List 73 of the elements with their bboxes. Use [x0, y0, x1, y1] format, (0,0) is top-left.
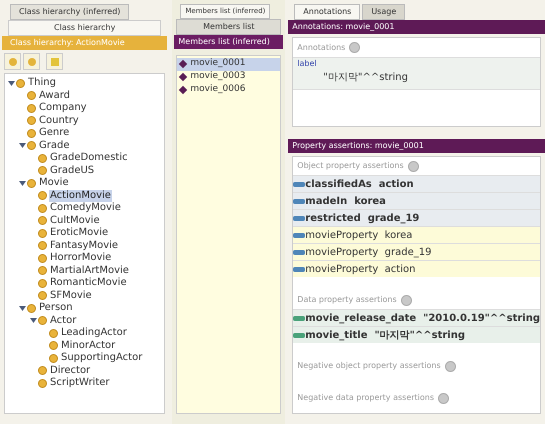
tree-item[interactable]: ScriptWriter: [49, 377, 111, 390]
list-item[interactable]: movie_0003: [177, 70, 280, 84]
tree-item[interactable]: EroticMovie: [49, 227, 110, 240]
tree-item[interactable]: ComedyMovie: [49, 202, 122, 214]
panel-header: Members list (inferred): [174, 34, 284, 48]
add-subclass-icon[interactable]: [4, 53, 21, 70]
tree-item[interactable]: MinorActor: [60, 340, 116, 352]
expand-toggle-icon[interactable]: [7, 80, 16, 87]
section-title: Negative data property assertions: [297, 392, 434, 404]
panel-header: Property assertions: movie_0001: [288, 139, 545, 153]
assertion-row[interactable]: movieProperty korea: [293, 226, 540, 243]
tree-item[interactable]: Actor: [49, 314, 78, 327]
tree-item[interactable]: Grade: [38, 140, 70, 152]
expand-toggle-icon[interactable]: [18, 142, 27, 150]
assertion-row[interactable]: movie_release_date "2010.0.19"^^string: [293, 309, 540, 326]
tree-item[interactable]: LeadingActor: [60, 327, 128, 340]
section-title: Annotations: [297, 42, 346, 54]
tree-item[interactable]: GradeDomestic: [49, 152, 129, 164]
property-icon: [293, 182, 306, 186]
section-title: Data property assertions: [297, 294, 397, 306]
property-icon: [293, 198, 306, 204]
tree-item[interactable]: FantasyMovie: [49, 240, 120, 252]
subtab[interactable]: Class hierarchy: [8, 20, 162, 36]
add-icon[interactable]: [438, 392, 450, 404]
tab[interactable]: Class hierarchy (inferred): [10, 4, 130, 20]
property-icon: [293, 332, 306, 338]
expand-toggle-icon[interactable]: [29, 317, 38, 324]
add-sibling-icon[interactable]: [23, 53, 40, 70]
tree-item[interactable]: CultMovie: [49, 214, 101, 227]
tree-item[interactable]: SupportingActor: [60, 352, 144, 364]
assertion-row[interactable]: madeIn korea: [293, 192, 540, 209]
tree-item[interactable]: HorrorMovie: [49, 252, 112, 264]
tree-item[interactable]: Movie: [38, 177, 70, 190]
section-title: Object property assertions: [297, 160, 404, 172]
add-icon[interactable]: [349, 42, 360, 53]
tree-item[interactable]: MartialArtMovie: [49, 264, 130, 277]
assertion-row[interactable]: movieProperty action: [293, 260, 540, 277]
tree-item[interactable]: RomanticMovie: [49, 277, 128, 290]
tree-item[interactable]: ActionMovie: [49, 190, 112, 202]
assertion-row[interactable]: movie_title "마지막"^^string: [293, 326, 540, 343]
assertion-row[interactable]: restricted grade_19: [293, 209, 540, 226]
tree-item[interactable]: Genre: [38, 127, 70, 140]
property-icon: [293, 266, 306, 272]
expand-toggle-icon[interactable]: [18, 304, 27, 312]
expand-toggle-icon[interactable]: [18, 180, 27, 187]
list-item[interactable]: movie_0006: [177, 84, 280, 96]
assertion-row[interactable]: classifiedAs action: [293, 175, 540, 192]
delete-class-icon[interactable]: [46, 53, 63, 70]
add-icon[interactable]: [408, 160, 419, 172]
assertion-row[interactable]: movieProperty grade_19: [293, 243, 540, 260]
panel-header: Annotations: movie_0001: [288, 20, 545, 34]
tree-item[interactable]: Award: [38, 90, 72, 102]
annotation-value: "마지막"^^string: [322, 71, 409, 85]
tree-item[interactable]: Country: [38, 114, 80, 127]
property-icon: [293, 232, 306, 238]
property-icon: [293, 316, 306, 320]
tree-item[interactable]: SFMovie: [49, 290, 93, 302]
tree-item[interactable]: Thing: [27, 77, 57, 90]
tree-item[interactable]: GradeUS: [49, 164, 96, 177]
property-icon: [293, 216, 306, 220]
annotation-property[interactable]: label: [297, 58, 536, 70]
panel-header: Class hierarchy: ActionMovie: [2, 36, 168, 50]
subtab[interactable]: Members list: [176, 18, 282, 34]
property-icon: [293, 250, 306, 254]
add-icon[interactable]: [400, 294, 412, 306]
tree-item[interactable]: Company: [38, 102, 88, 114]
tree-item[interactable]: Person: [38, 302, 74, 314]
tree-item[interactable]: Director: [49, 364, 92, 377]
section-title: Negative object property assertions: [297, 360, 441, 372]
list-item[interactable]: movie_0001: [177, 58, 280, 70]
tab[interactable]: Usage: [362, 4, 406, 20]
add-icon[interactable]: [444, 360, 456, 372]
tab[interactable]: Annotations: [294, 4, 360, 20]
